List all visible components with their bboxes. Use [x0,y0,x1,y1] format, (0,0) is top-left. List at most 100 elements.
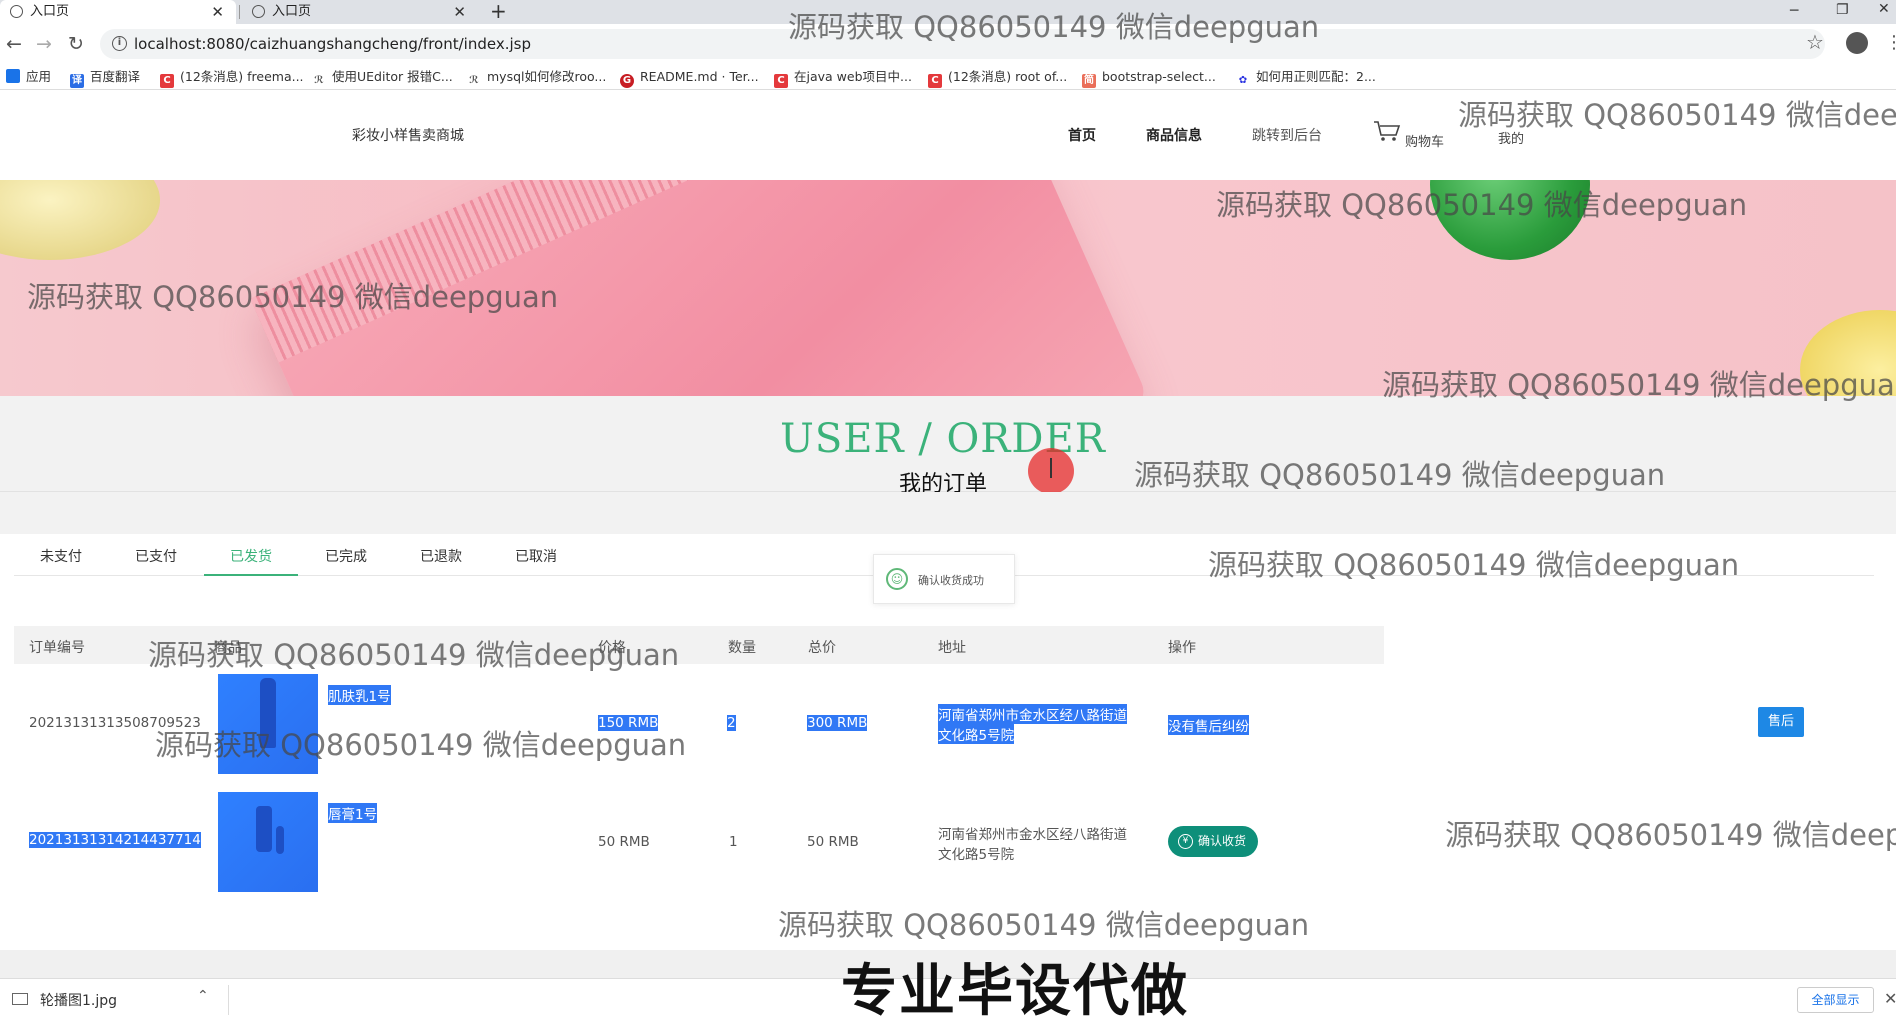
order-number: 20213131313508709523 [29,715,201,731]
smile-icon: ☺ [886,568,908,590]
tab-completed[interactable]: 已完成 [299,546,393,576]
close-tab-icon[interactable]: ✕ [453,0,466,24]
banner-carousel[interactable]: NK [0,180,1896,396]
after-sale-status: 没有售后纠纷 [1168,715,1249,735]
bookmark-label: 应用 [26,69,52,84]
table-header: 订单编号 商品 价格 数量 总价 地址 操作 [14,626,1384,664]
col-order-no: 订单编号 [29,640,85,656]
globe-icon [10,5,23,18]
order-number: 20213131314214437714 [29,832,201,848]
close-tab-icon[interactable]: ✕ [211,0,224,24]
nav-admin[interactable]: 跳转到后台 [1252,125,1322,145]
tab-unpaid[interactable]: 未支付 [14,546,108,576]
section-title-en: USER / ORDER [780,416,1106,462]
address-bar[interactable]: i localhost:8080/caizhuangshangcheng/fro… [100,29,1825,59]
product-name[interactable]: 肌肤乳1号 [328,685,391,705]
address-line-2: 文化路5号院 [938,847,1015,863]
after-sale-button[interactable]: 售后 [1758,707,1804,737]
bookmark-item[interactable]: C (12条消息) freema... [160,67,304,88]
restore-icon[interactable]: ❐ [1836,3,1849,17]
bookmark-label: mysql如何修改roo... [487,69,607,84]
price: 50 RMB [598,834,650,850]
total-price: 50 RMB [807,834,859,850]
nav-products[interactable]: 商品信息 [1146,125,1202,145]
new-tab-icon[interactable]: + [490,0,507,23]
site-header: 彩妆小样售卖商城 首页 商品信息 跳转到后台 购物车 我的 [0,90,1896,180]
tab-cancelled[interactable]: 已取消 [489,546,583,576]
nav-cart[interactable]: 购物车 [1405,131,1444,150]
product-image[interactable] [218,674,318,774]
confirm-receipt-button[interactable]: ¥ 确认收货 [1168,826,1258,857]
browser-tab-1[interactable]: 入口页 ✕ [0,0,236,24]
window-close-icon[interactable]: ✕ [1878,2,1890,16]
banner-cosmetic-tube [250,180,1150,396]
toast-message: 确认收货成功 [918,574,984,587]
bookmark-label: 如何用正则匹配：2... [1256,69,1376,84]
bookmark-item[interactable]: 简 bootstrap-select... [1082,67,1216,88]
nav-mine[interactable]: 我的 [1498,128,1524,147]
cart-icon[interactable] [1373,120,1401,142]
total-price: 300 RMB [807,715,868,731]
bookmark-item[interactable]: C (12条消息) root of... [928,67,1068,88]
bookmark-item[interactable]: C 在java web项目中... [774,67,912,88]
profile-avatar-icon[interactable] [1846,32,1868,54]
bookmark-label: README.md · Ter... [640,69,759,84]
translate-icon: 译 [70,74,84,88]
globe-icon [252,5,265,18]
confirm-receipt-label: 确认收货 [1198,834,1247,848]
browser-tab-2[interactable]: 入口页 ✕ [242,0,478,24]
nav-home[interactable]: 首页 [1068,125,1096,145]
tab-refunded[interactable]: 已退款 [394,546,488,576]
watermark: 源码获取 QQ86050149 微信deepguan [1445,818,1896,852]
order-title-section: USER / ORDER 我的订单 [0,396,1896,497]
forward-arrow-icon[interactable]: → [36,33,52,55]
bookmark-star-icon[interactable]: ☆ [1806,30,1824,54]
bookmark-item[interactable]: G README.md · Ter... [620,67,759,88]
tab-shipped[interactable]: 已发货 [204,546,298,576]
baidu-paw-icon: ✿ [1238,75,1248,86]
tab-paid[interactable]: 已支付 [109,546,203,576]
csdn-icon: C [928,74,942,88]
bookmark-apps[interactable]: 应用 [6,67,51,87]
browser-tab-bar: 入口页 ✕ 入口页 ✕ + ─ ❐ ✕ [0,0,1896,24]
col-product: 商品 [214,640,242,656]
address-line-1: 河南省郑州市金水区经八路街道 [938,827,1127,843]
bookmark-item[interactable]: ✿ 如何用正则匹配：2... [1236,67,1376,87]
banner-fruit-right [1800,310,1896,396]
success-toast: ☺ 确认收货成功 [873,554,1015,604]
url-text: localhost:8080/caizhuangshangcheng/front… [134,35,531,53]
video-caption: 专业毕设代做 [841,959,1189,1020]
col-price: 价格 [598,640,626,656]
col-qty: 数量 [728,640,756,656]
section-divider [0,492,1896,534]
ray-icon: ℛ [469,75,479,86]
ray-icon: ℛ [314,75,324,86]
bookmark-item[interactable]: ℛ 使用UEditor 报错C... [312,67,453,87]
quantity: 1 [729,834,738,850]
reload-icon[interactable]: ↻ [68,33,84,55]
col-address: 地址 [938,640,966,656]
bookmark-label: (12条消息) root of... [948,69,1068,84]
info-icon[interactable]: i [112,36,127,51]
browser-toolbar: ← → ↻ i localhost:8080/caizhuangshangche… [0,24,1896,64]
apps-grid-icon [6,69,20,83]
bookmark-item[interactable]: ℛmysql如何修改roo... [467,67,606,87]
banner-green-cap [1430,180,1590,260]
watermark: 源码获取 QQ86050149 微信deepguan [778,908,1310,942]
yen-icon: ¥ [1178,834,1193,849]
banner-fruit-left [0,180,160,260]
csdn-icon: C [774,74,788,88]
product-name[interactable]: 唇膏1号 [328,803,378,823]
tab-separator [239,5,240,19]
back-arrow-icon[interactable]: ← [6,33,22,55]
menu-kebab-icon[interactable]: ⋮ [1885,32,1896,53]
product-image[interactable] [218,792,318,892]
address-line-1: 河南省郑州市金水区经八路街道 [938,704,1127,724]
minimize-icon[interactable]: ─ [1790,4,1798,18]
bookmark-label: 使用UEditor 报错C... [332,69,453,84]
tube-shape [260,678,276,748]
quantity: 2 [727,715,736,731]
tube-ridge [250,180,992,363]
bookmark-item[interactable]: 译百度翻译 [70,67,140,88]
site-logo[interactable]: 彩妆小样售卖商城 [352,125,464,145]
